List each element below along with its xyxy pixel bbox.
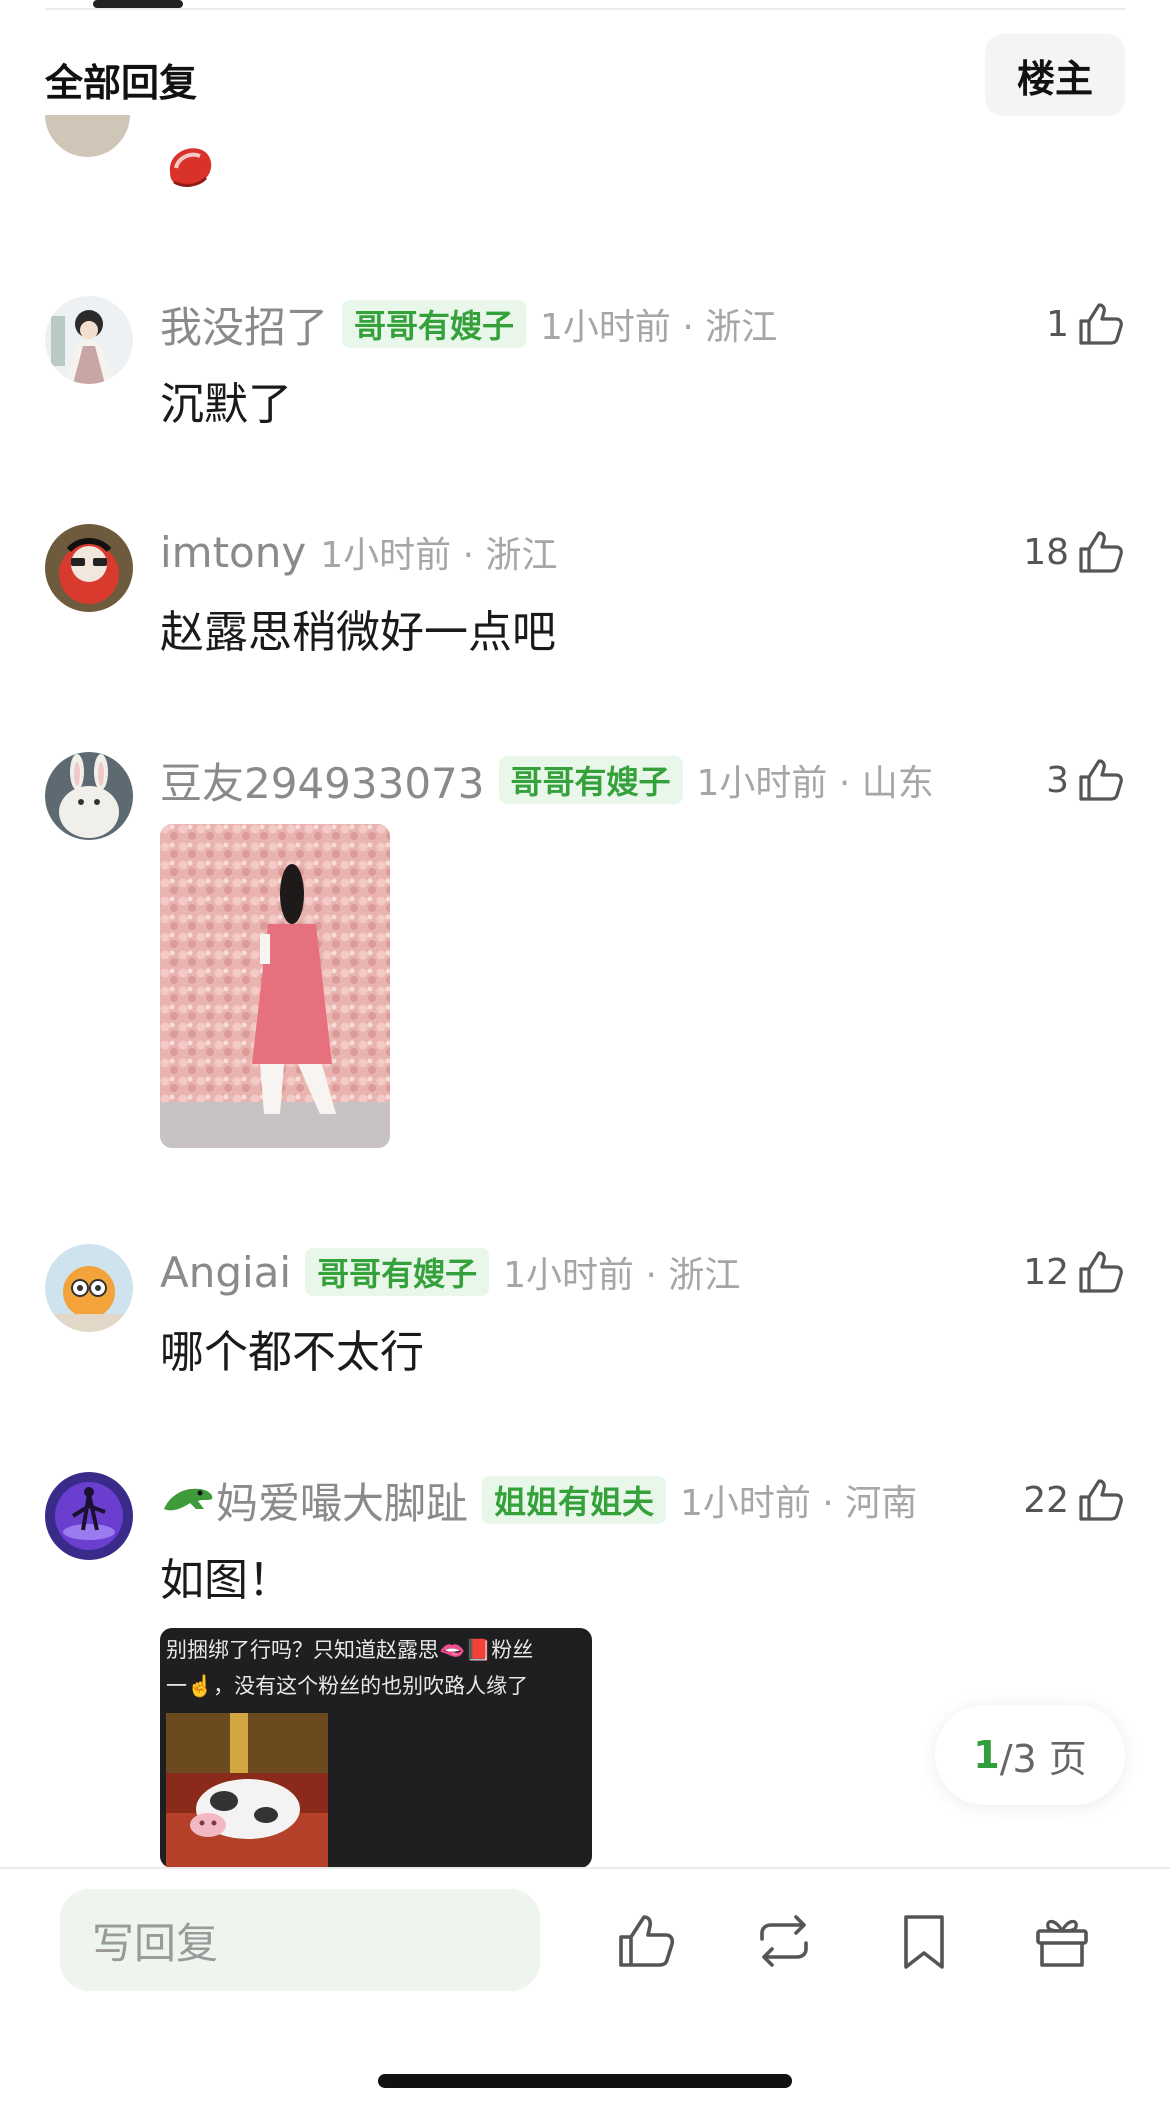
comment-image[interactable] bbox=[160, 824, 390, 1148]
like-count: 12 bbox=[1023, 1251, 1069, 1293]
username[interactable]: 我没招了 bbox=[160, 294, 328, 355]
gift-icon[interactable] bbox=[1030, 1909, 1094, 1973]
user-badge: 姐姐有姐夫 bbox=[482, 1476, 667, 1524]
user-avatar[interactable] bbox=[45, 1472, 133, 1560]
tab-indicator bbox=[93, 0, 183, 8]
thumb-up-icon bbox=[1079, 1251, 1123, 1293]
username[interactable]: imtony bbox=[160, 528, 306, 577]
comment-time-location: 1小时前 · 浙江 bbox=[540, 307, 778, 348]
top-divider bbox=[45, 0, 1125, 10]
thumb-up-icon bbox=[1079, 531, 1123, 573]
username[interactable]: Angiai bbox=[160, 1248, 291, 1297]
like-button[interactable]: 1 bbox=[1046, 296, 1125, 352]
like-button[interactable]: 12 bbox=[1023, 1244, 1125, 1300]
comment-text: 沉默了 bbox=[160, 379, 292, 430]
previous-avatar[interactable] bbox=[45, 115, 130, 157]
like-button[interactable]: 22 bbox=[1023, 1472, 1125, 1528]
total-pages: /3 页 bbox=[999, 1736, 1087, 1781]
thumb-up-icon bbox=[1079, 303, 1123, 345]
comment-meta: 豆友294933073 哥哥有嫂子 1小时前 · 山东 bbox=[160, 752, 934, 808]
comment-meta: 我没招了 哥哥有嫂子 1小时前 · 浙江 bbox=[160, 296, 777, 352]
comment-text: 赵露思稍微好一点吧 bbox=[160, 607, 556, 658]
user-avatar[interactable] bbox=[45, 1244, 133, 1332]
bookmark-icon[interactable] bbox=[892, 1909, 956, 1973]
comment-time-location: 1小时前 · 山东 bbox=[696, 763, 934, 804]
comment-time-location: 1小时前 · 河南 bbox=[680, 1483, 918, 1524]
meat-sticker-icon bbox=[169, 148, 212, 187]
current-page: 1 bbox=[973, 1733, 1000, 1777]
owner-only-button[interactable]: 楼主 bbox=[985, 34, 1125, 116]
user-badge: 哥哥有嫂子 bbox=[305, 1248, 490, 1296]
header: 全部回复 楼主 bbox=[0, 30, 1170, 120]
like-count: 22 bbox=[1023, 1479, 1069, 1521]
comment-image[interactable]: 别捆绑了行吗？只知道赵露思🫦📕粉丝 一☝️，没有这个粉丝的也别吹路人缘了 bbox=[160, 1628, 592, 1868]
like-button[interactable]: 3 bbox=[1046, 752, 1125, 808]
comment-meta: 妈爱嘬大脚趾 姐姐有姐夫 1小时前 · 河南 bbox=[160, 1472, 917, 1528]
user-badge: 哥哥有嫂子 bbox=[342, 300, 527, 348]
username[interactable]: 妈爱嘬大脚趾 bbox=[216, 1470, 468, 1531]
comment-time-location: 1小时前 · 浙江 bbox=[320, 535, 558, 576]
repost-icon[interactable] bbox=[752, 1909, 816, 1973]
reply-input[interactable]: 写回复 bbox=[60, 1889, 540, 1991]
screenshot-text-line: 一☝️，没有这个粉丝的也别吹路人缘了 bbox=[166, 1674, 529, 1698]
thumb-up-icon bbox=[1079, 759, 1123, 801]
comment-meta: imtony 1小时前 · 浙江 bbox=[160, 524, 557, 580]
user-avatar[interactable] bbox=[45, 296, 133, 384]
cow-sticker-icon bbox=[166, 1713, 328, 1868]
user-avatar[interactable] bbox=[45, 524, 133, 612]
comment-meta: Angiai 哥哥有嫂子 1小时前 · 浙江 bbox=[160, 1244, 740, 1300]
comment-text: 如图！ bbox=[160, 1555, 292, 1606]
like-count: 3 bbox=[1046, 759, 1069, 801]
username[interactable]: 豆友294933073 bbox=[160, 750, 485, 811]
user-avatar[interactable] bbox=[45, 752, 133, 840]
bottom-action-bar: 写回复 bbox=[0, 1867, 1170, 2118]
like-count: 18 bbox=[1023, 531, 1069, 573]
home-indicator bbox=[378, 2074, 792, 2088]
screenshot-text-line: 别捆绑了行吗？只知道赵露思🫦📕粉丝 bbox=[166, 1638, 534, 1662]
like-button[interactable]: 18 bbox=[1023, 524, 1125, 580]
all-replies-title: 全部回复 bbox=[45, 61, 198, 105]
comment-text: 哪个都不太行 bbox=[160, 1327, 424, 1378]
crocodile-emoji-icon bbox=[164, 1488, 213, 1511]
like-post-icon[interactable] bbox=[613, 1909, 677, 1973]
page-indicator[interactable]: 1 /3 页 bbox=[935, 1705, 1125, 1805]
thumb-up-icon bbox=[1079, 1479, 1123, 1521]
user-badge: 哥哥有嫂子 bbox=[498, 756, 683, 804]
comment-time-location: 1小时前 · 浙江 bbox=[503, 1255, 741, 1296]
like-count: 1 bbox=[1046, 303, 1069, 345]
